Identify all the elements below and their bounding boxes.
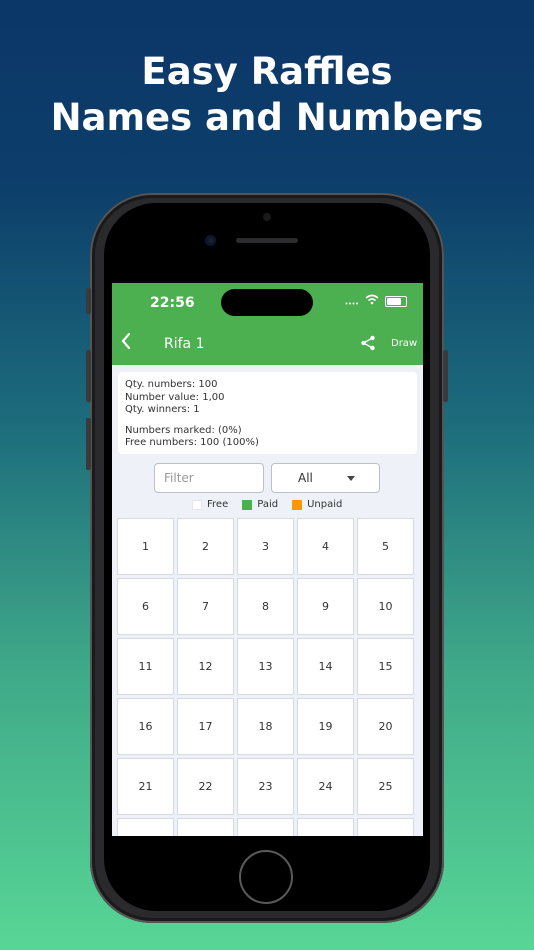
raffle-info-card: Qty. numbers: 100 Number value: 1,00 Qty… [118, 372, 417, 454]
legend: Free Paid Unpaid [192, 499, 342, 510]
draw-button[interactable]: Draw [391, 338, 417, 349]
number-cell[interactable]: 14 [297, 638, 354, 695]
wifi-icon [365, 294, 379, 308]
signal-icon [345, 295, 359, 308]
legend-unpaid: Unpaid [292, 499, 342, 510]
number-cell[interactable]: 17 [177, 698, 234, 755]
number-cell[interactable]: 16 [117, 698, 174, 755]
legend-unpaid-label: Unpaid [307, 499, 343, 510]
number-cell[interactable]: 20 [357, 698, 414, 755]
headline-line-2: Names and Numbers [50, 96, 484, 139]
number-cell[interactable]: 5 [357, 518, 414, 575]
legend-paid-label: Paid [257, 499, 279, 510]
status-time: 22:56 [150, 295, 195, 311]
number-cell[interactable] [177, 818, 234, 836]
share-icon[interactable] [360, 335, 376, 354]
qty-numbers: Qty. numbers: 100 [125, 379, 218, 390]
legend-free: Free [192, 499, 228, 510]
numbers-grid: 1 2 3 4 5 6 7 8 9 10 11 12 13 14 15 16 1… [117, 518, 418, 836]
app-screen: 22:56 Rifa 1 Draw Qty. numbers: 100 Numb… [112, 283, 423, 836]
app-bar: 22:56 Rifa 1 Draw [112, 283, 423, 365]
number-cell[interactable]: 8 [237, 578, 294, 635]
page-title: Rifa 1 [164, 336, 205, 352]
number-cell[interactable]: 4 [297, 518, 354, 575]
number-cell[interactable]: 24 [297, 758, 354, 815]
number-cell[interactable]: 11 [117, 638, 174, 695]
caret-down-icon [347, 476, 355, 481]
front-camera-icon [205, 235, 216, 246]
number-cell[interactable] [117, 818, 174, 836]
number-cell[interactable] [237, 818, 294, 836]
sensor-dot [263, 213, 271, 221]
free-numbers: Free numbers: 100 (100%) [125, 437, 259, 448]
number-cell[interactable]: 25 [357, 758, 414, 815]
number-cell[interactable]: 12 [177, 638, 234, 695]
battery-icon [385, 295, 407, 307]
number-cell[interactable]: 3 [237, 518, 294, 575]
status-select-value: All [298, 471, 313, 485]
number-cell[interactable]: 15 [357, 638, 414, 695]
volume-up-button [86, 350, 91, 402]
number-cell[interactable]: 13 [237, 638, 294, 695]
status-select[interactable]: All [271, 463, 380, 493]
number-cell[interactable]: 22 [177, 758, 234, 815]
status-icons [345, 294, 407, 308]
number-cell[interactable]: 10 [357, 578, 414, 635]
number-cell[interactable]: 2 [177, 518, 234, 575]
home-button [239, 850, 293, 904]
filter-input[interactable]: Filter [154, 463, 264, 493]
earpiece-speaker [236, 238, 298, 243]
number-cell[interactable]: 7 [177, 578, 234, 635]
number-value: Number value: 1,00 [125, 391, 225, 403]
paid-swatch [242, 499, 253, 510]
number-cell[interactable]: 1 [117, 518, 174, 575]
dynamic-island [221, 289, 313, 316]
volume-down-button [86, 418, 91, 470]
number-cell[interactable]: 6 [117, 578, 174, 635]
number-cell[interactable]: 9 [297, 578, 354, 635]
numbers-marked: Numbers marked: (0%) [125, 424, 242, 436]
legend-free-label: Free [207, 499, 229, 510]
headline-line-1: Easy Raffles [141, 50, 393, 93]
mute-switch [86, 288, 91, 314]
number-cell[interactable] [357, 818, 414, 836]
number-cell[interactable] [297, 818, 354, 836]
unpaid-swatch [292, 499, 303, 510]
number-cell[interactable]: 21 [117, 758, 174, 815]
number-cell[interactable]: 23 [237, 758, 294, 815]
free-swatch [192, 499, 202, 510]
qty-winners: Qty. winners: 1 [125, 404, 200, 415]
number-cell[interactable]: 18 [237, 698, 294, 755]
chevron-left-icon[interactable] [120, 332, 132, 353]
number-cell[interactable]: 19 [297, 698, 354, 755]
power-button [443, 350, 448, 402]
legend-paid: Paid [242, 499, 278, 510]
